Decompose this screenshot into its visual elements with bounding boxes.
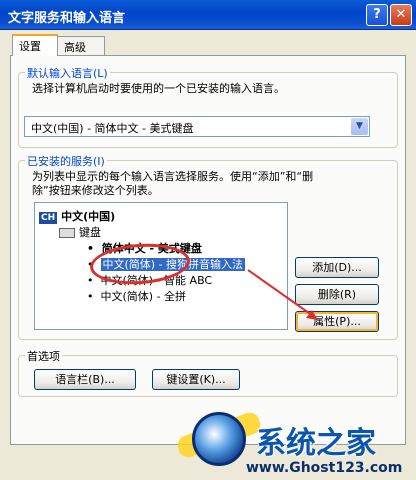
tab-settings[interactable]: 设置 bbox=[12, 34, 58, 56]
tree-item-3-label: 中文(简体) - 全拼 bbox=[100, 290, 187, 303]
tree-item-3[interactable]: • 中文(简体) - 全拼 bbox=[87, 288, 186, 304]
watermark: 系统之家 www.Ghost123.com bbox=[170, 404, 416, 480]
tree-category-label: 键盘 bbox=[79, 226, 101, 239]
installed-services-description-line1: 为列表中显示的每个输入语言选择服务。使用“添加”和“删 bbox=[32, 170, 314, 183]
default-language-dropdown[interactable]: 中文(中国) - 简体中文 - 美式键盘 ▼ bbox=[24, 116, 370, 137]
close-button[interactable]: ✕ bbox=[390, 4, 412, 26]
close-icon: ✕ bbox=[395, 7, 407, 22]
installed-services-description: 为列表中显示的每个输入语言选择服务。使用“添加”和“删 除”按钮来修改这个列表。 bbox=[32, 170, 313, 198]
default-language-description: 选择计算机启动时要使用的一个已安装的输入语言。 bbox=[32, 82, 285, 95]
tree-language[interactable]: CH 中文(中国) bbox=[39, 208, 115, 224]
add-button[interactable]: 添加(D)... bbox=[295, 257, 379, 278]
remove-button[interactable]: 删除(R) bbox=[295, 284, 379, 305]
tab-settings-label: 设置 bbox=[19, 40, 41, 53]
tree-bullet: • bbox=[87, 242, 95, 255]
installed-services-description-line2: 除”按钮来修改这个列表。 bbox=[32, 184, 159, 197]
dropdown-arrow-icon[interactable]: ▼ bbox=[351, 118, 368, 135]
properties-button[interactable]: 属性(P)... bbox=[295, 311, 379, 332]
language-badge-icon: CH bbox=[39, 212, 58, 224]
tree-language-label: 中文(中国) bbox=[61, 210, 116, 223]
tree-bullet: • bbox=[87, 290, 94, 303]
watermark-url: www.Ghost123.com bbox=[246, 460, 403, 476]
watermark-brand: 系统之家 bbox=[256, 426, 376, 461]
window-title: 文字服务和输入语言 bbox=[8, 11, 126, 26]
tab-advanced-label: 高级 bbox=[64, 41, 86, 54]
keyboard-icon bbox=[59, 228, 75, 238]
language-bar-button[interactable]: 语言栏(B)... bbox=[34, 369, 136, 390]
installed-services-group-label: 已安装的服务(I) bbox=[25, 153, 107, 169]
key-settings-button[interactable]: 键设置(K)... bbox=[152, 369, 240, 390]
tree-bullet: • bbox=[87, 274, 94, 287]
help-button[interactable]: ? bbox=[366, 4, 388, 26]
title-bar: 文字服务和输入语言 ? ✕ bbox=[0, 0, 416, 30]
preferences-group-label: 首选项 bbox=[25, 348, 62, 364]
logo-icon bbox=[192, 412, 246, 466]
default-language-value: 中文(中国) - 简体中文 - 美式键盘 bbox=[31, 122, 194, 135]
help-icon: ? bbox=[373, 7, 381, 22]
default-language-group-label: 默认输入语言(L) bbox=[25, 65, 110, 81]
tree-category-keyboard[interactable]: 键盘 bbox=[59, 224, 101, 240]
tab-advanced[interactable]: 高级 bbox=[57, 36, 105, 56]
